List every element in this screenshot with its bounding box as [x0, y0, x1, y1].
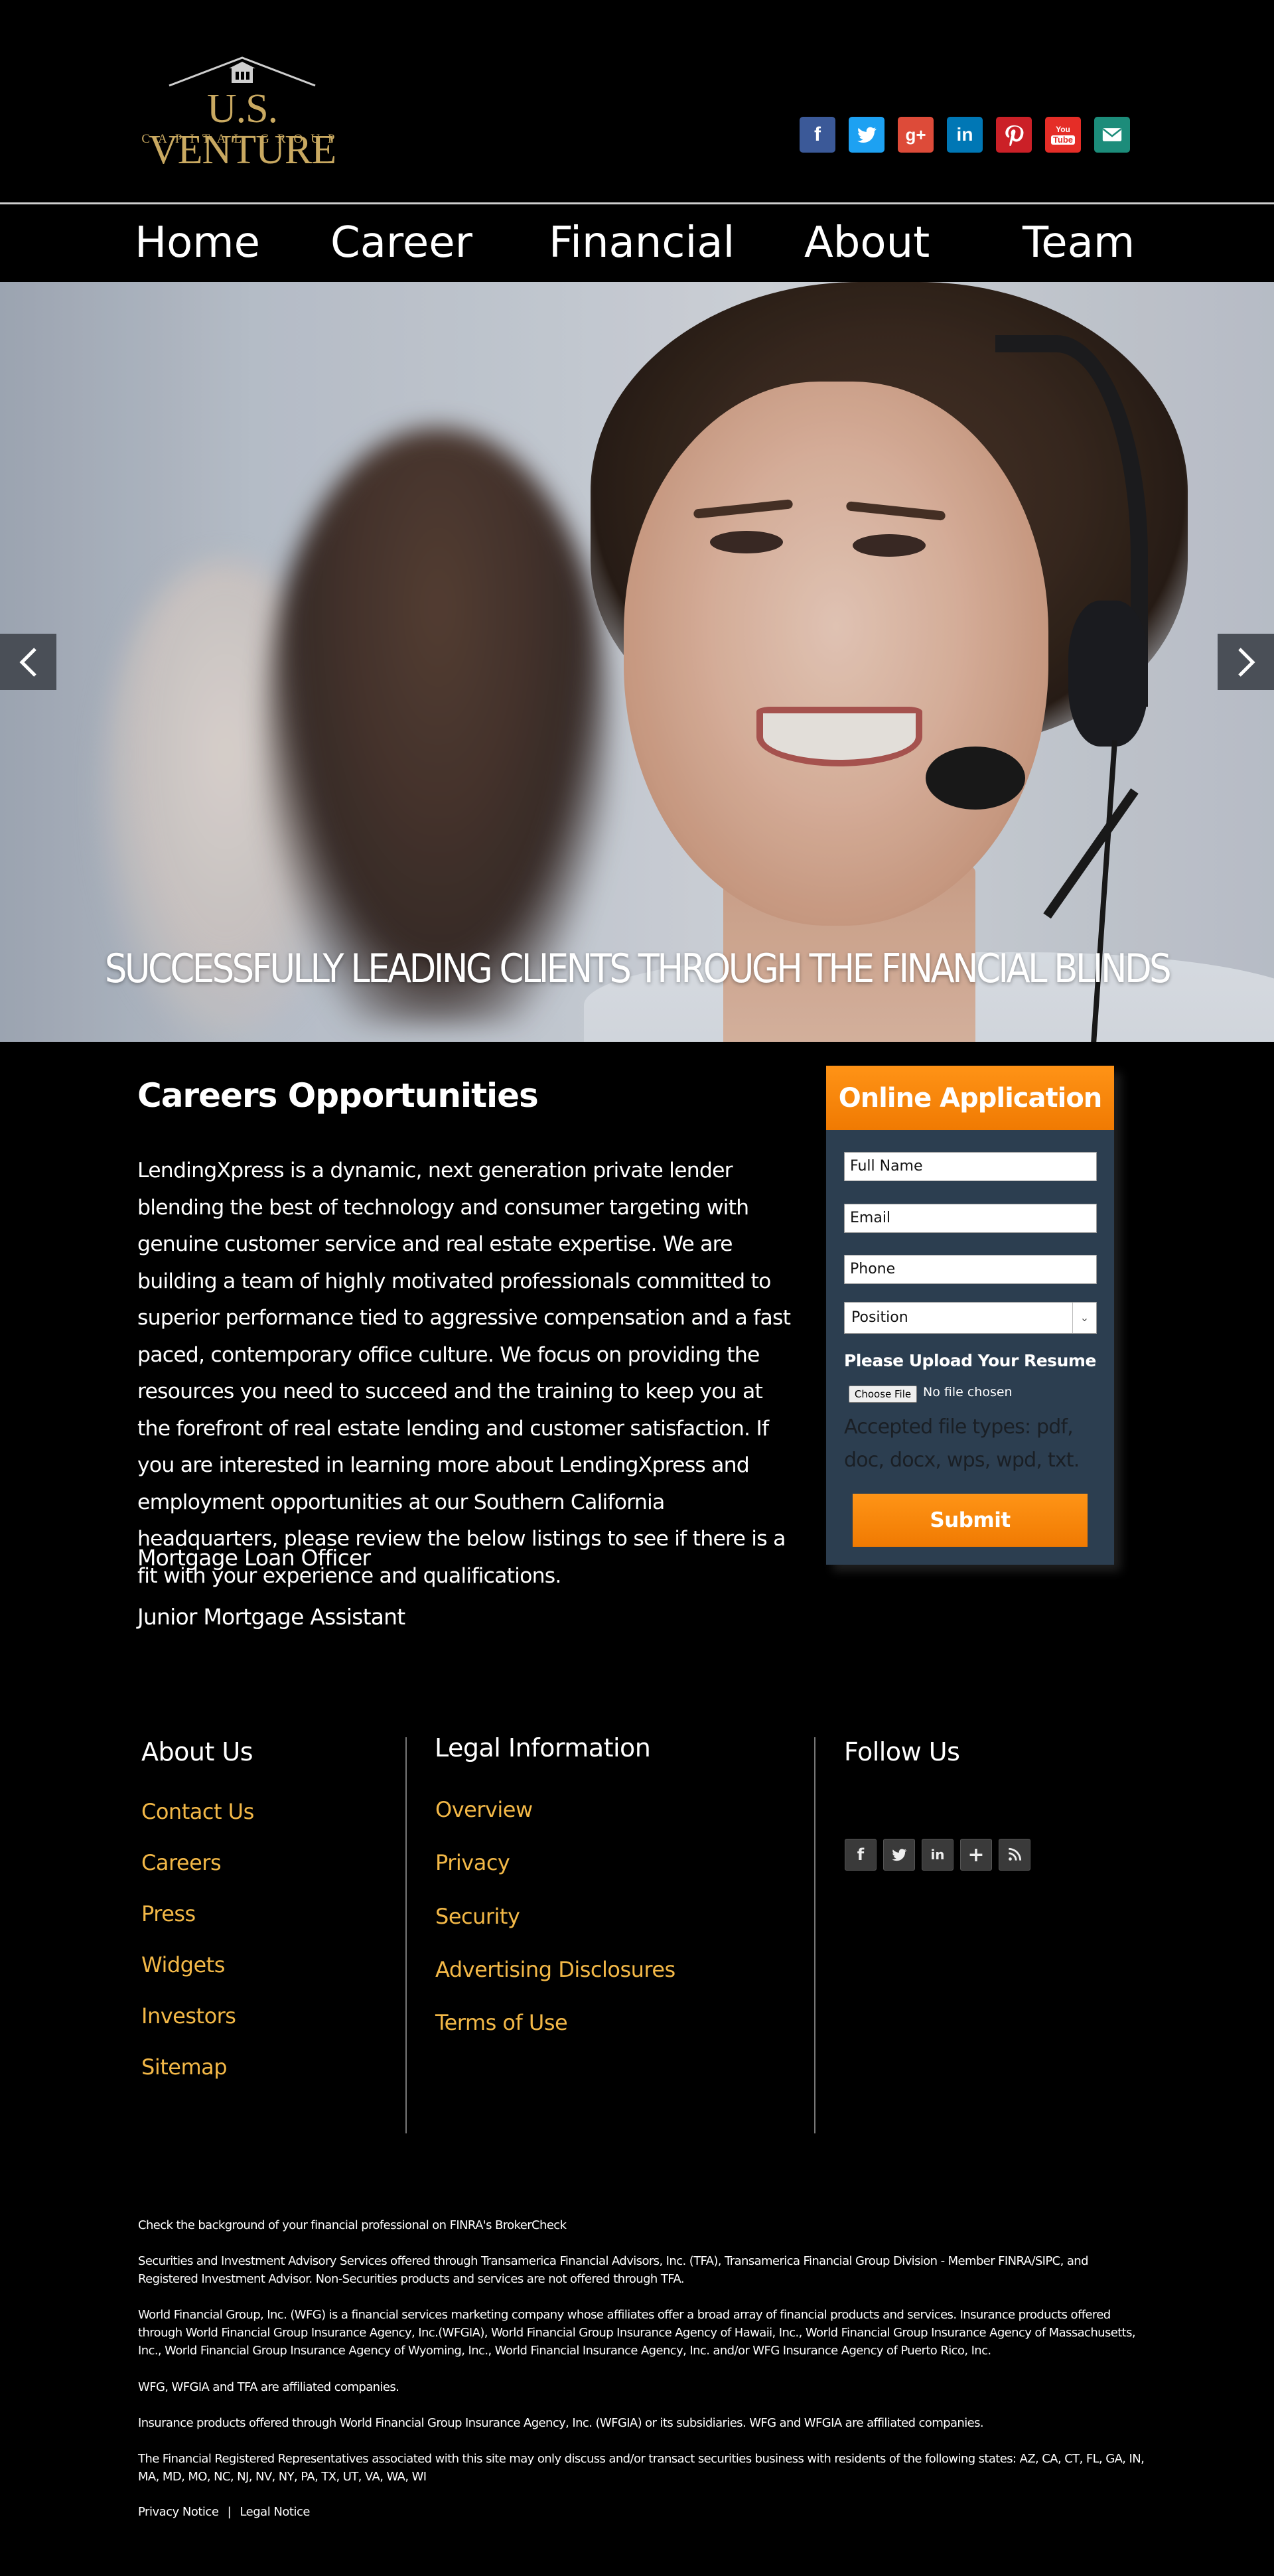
full-name-field[interactable]: Full Name — [844, 1152, 1097, 1181]
twitter-icon[interactable] — [883, 1839, 915, 1871]
company-logo[interactable]: U.S. VENTURE CAPITAL GROUP — [133, 50, 352, 171]
privacy-notice-link[interactable]: Privacy Notice — [138, 2505, 219, 2519]
legal-links-separator: | — [227, 2505, 232, 2519]
footer-social-icons: f in + — [845, 1839, 1030, 1871]
twitter-bird-glyph — [857, 127, 877, 143]
careers-title: Careers Opportunities — [137, 1076, 539, 1115]
legal-notice-link[interactable]: Legal Notice — [240, 2505, 310, 2519]
hero-slider: SUCCESSFULLY LEADING CLIENTS THROUGH THE… — [0, 282, 1274, 1042]
disclosure-insurance: Insurance products offered through World… — [138, 2416, 984, 2430]
nav-item-home[interactable]: Home — [135, 216, 260, 269]
email-field[interactable]: Email — [844, 1204, 1097, 1233]
logo-wordmark: U.S. VENTURE — [148, 86, 336, 173]
job-link-junior-mortgage-assistant[interactable]: Junior Mortgage Assistant — [137, 1604, 405, 1630]
email-icon[interactable] — [1094, 117, 1130, 153]
position-select[interactable]: Position ⌄ — [844, 1302, 1097, 1334]
legal-links: Privacy Notice | Legal Notice — [138, 2505, 310, 2519]
twitter-bird-glyph — [892, 1849, 907, 1861]
pinterest-glyph — [1005, 125, 1024, 146]
plus-icon[interactable]: + — [960, 1839, 992, 1871]
rss-glyph — [1009, 1847, 1022, 1861]
youtube-you-label: You — [1056, 125, 1070, 134]
footer-link-careers[interactable]: Careers — [141, 1850, 222, 1875]
disclosure-states: The Financial Registered Representatives… — [138, 2452, 1145, 2484]
footer-follow-title: Follow Us — [844, 1737, 960, 1766]
nav-item-about[interactable]: About — [804, 216, 930, 269]
position-select-value: Position — [851, 1309, 908, 1326]
footer-link-contact-us[interactable]: Contact Us — [141, 1799, 254, 1824]
footer-link-investors[interactable]: Investors — [141, 2003, 236, 2029]
linkedin-icon[interactable]: in — [922, 1839, 954, 1871]
footer-about-title: About Us — [141, 1737, 253, 1766]
nav-item-team[interactable]: Team — [1023, 216, 1135, 269]
disclosure-brokercheck: Check the background of your financial p… — [138, 2218, 567, 2232]
online-application-form: Online Application Full Name Email Phone… — [826, 1066, 1114, 1565]
accepted-file-types: Accepted file types: pdf, doc, docx, wps… — [844, 1415, 1080, 1472]
twitter-icon[interactable] — [849, 117, 885, 153]
youtube-icon[interactable]: You Tube — [1045, 117, 1081, 153]
job-link-mortgage-loan-officer[interactable]: Mortgage Loan Officer — [137, 1545, 371, 1571]
google-plus-icon[interactable]: g+ — [898, 117, 934, 153]
choose-file-button[interactable]: Choose File — [849, 1386, 917, 1403]
hero-caption: SUCCESSFULLY LEADING CLIENTS THROUGH THE… — [104, 946, 1172, 992]
footer-link-privacy[interactable]: Privacy — [435, 1850, 510, 1875]
nav-item-financial[interactable]: Financial — [549, 216, 735, 269]
site-header: U.S. VENTURE CAPITAL GROUP f g+ in You T… — [0, 0, 1274, 202]
logo-tagline: CAPITAL GROUP — [141, 132, 343, 146]
rss-icon[interactable] — [999, 1839, 1030, 1871]
chevron-left-icon — [19, 647, 36, 677]
facebook-icon[interactable]: f — [845, 1839, 877, 1871]
envelope-glyph — [1102, 128, 1122, 141]
footer-link-sitemap[interactable]: Sitemap — [141, 2054, 228, 2080]
youtube-tube-label: Tube — [1050, 135, 1076, 145]
social-links-header: f g+ in You Tube — [800, 117, 1130, 153]
footer-link-press[interactable]: Press — [141, 1901, 196, 1926]
main-navigation: Home Career Financial About Team — [0, 204, 1274, 282]
footer-legal-title: Legal Information — [435, 1733, 651, 1762]
footer-link-advertising-disclosures[interactable]: Advertising Disclosures — [435, 1957, 675, 1982]
slider-prev-button[interactable] — [0, 634, 56, 690]
footer-divider-1 — [405, 1737, 407, 2133]
careers-description: LendingXpress is a dynamic, next generat… — [137, 1159, 791, 1588]
facebook-icon[interactable]: f — [800, 117, 835, 153]
footer-link-security[interactable]: Security — [435, 1904, 520, 1929]
slider-next-button[interactable] — [1218, 634, 1274, 690]
footer-link-widgets[interactable]: Widgets — [141, 1952, 225, 1977]
disclosure-wfg: World Financial Group, Inc. (WFG) is a f… — [138, 2308, 1136, 2358]
file-status-text: No file chosen — [923, 1385, 1013, 1399]
linkedin-icon[interactable]: in — [947, 117, 983, 153]
chevron-right-icon — [1238, 647, 1255, 677]
upload-resume-label: Please Upload Your Resume — [844, 1351, 1096, 1370]
footer-divider-2 — [814, 1737, 815, 2133]
disclosure-securities: Securities and Investment Advisory Servi… — [138, 2254, 1089, 2286]
logo-roof-icon — [169, 56, 316, 87]
phone-field[interactable]: Phone — [844, 1255, 1097, 1284]
submit-button[interactable]: Submit — [853, 1494, 1088, 1547]
form-title: Online Application — [826, 1066, 1114, 1130]
disclosure-affiliates: WFG, WFGIA and TFA are affiliated compan… — [138, 2380, 399, 2394]
footer-link-overview[interactable]: Overview — [435, 1797, 533, 1822]
chevron-down-icon: ⌄ — [1072, 1303, 1096, 1333]
pinterest-icon[interactable] — [996, 117, 1032, 153]
nav-item-career[interactable]: Career — [330, 216, 472, 269]
footer-link-terms-of-use[interactable]: Terms of Use — [435, 2010, 568, 2035]
hero-overlay — [0, 282, 1274, 1042]
